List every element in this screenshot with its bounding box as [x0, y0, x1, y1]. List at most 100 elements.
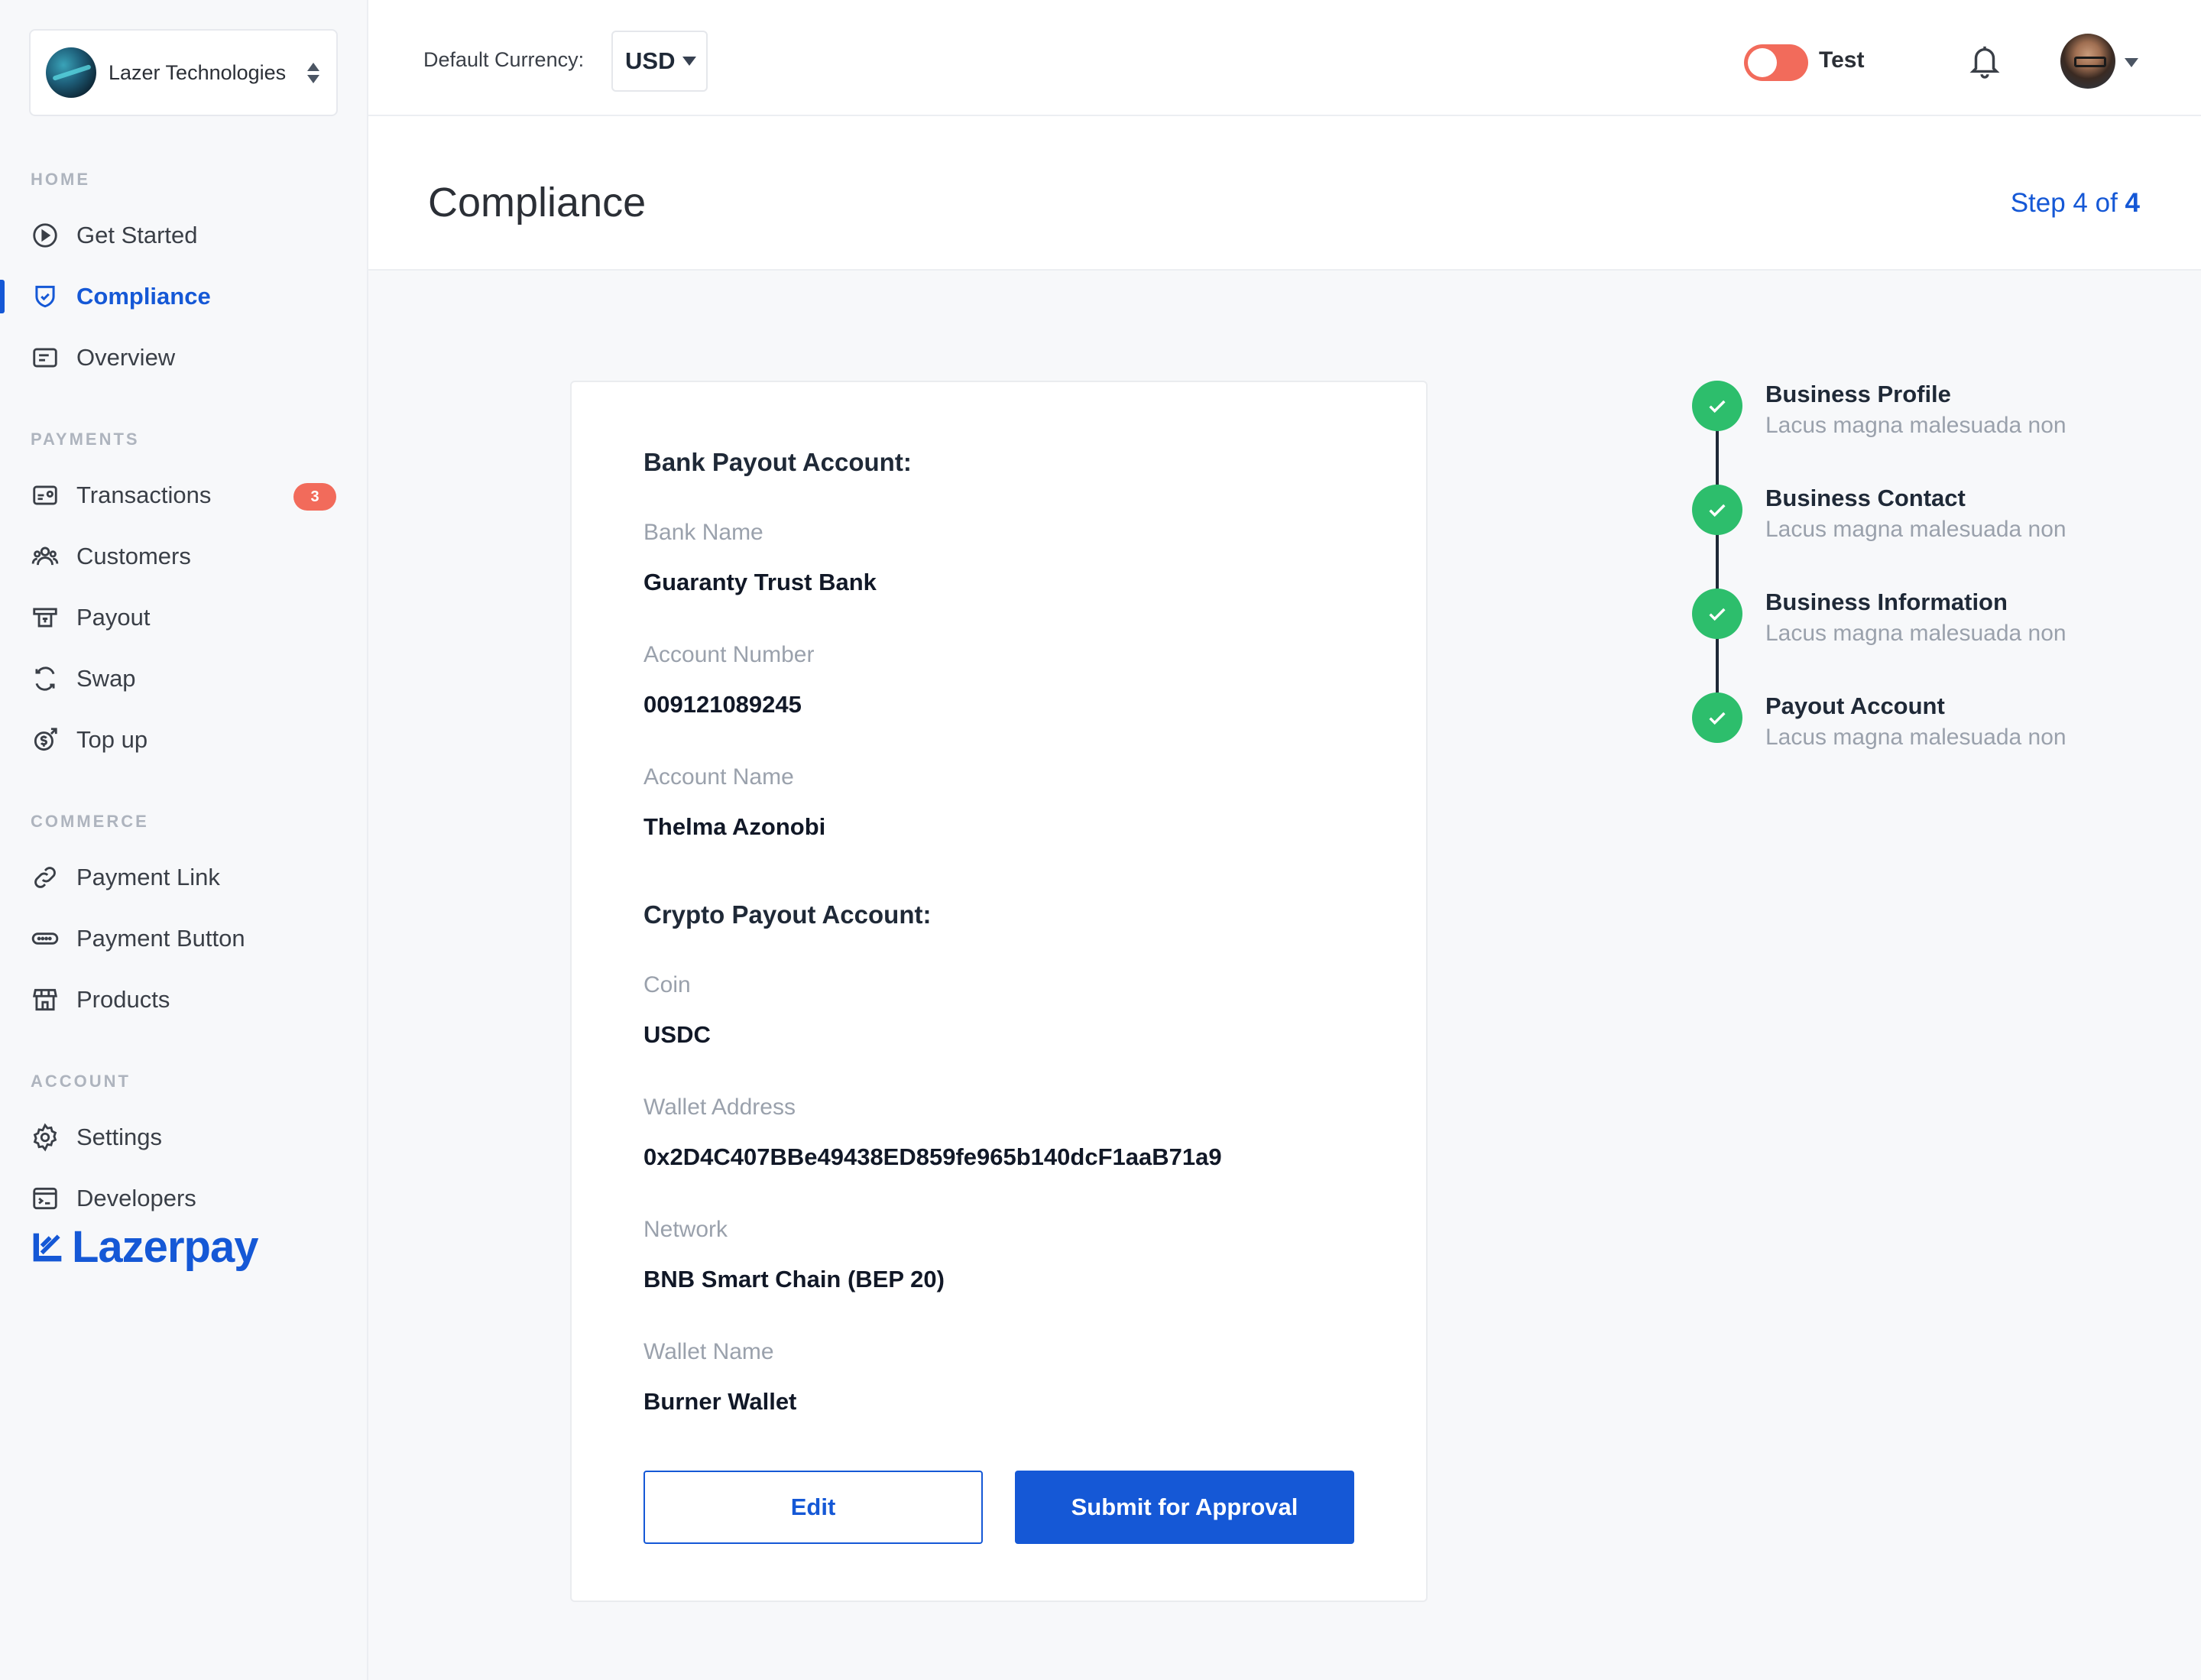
chevron-down-icon: [682, 57, 697, 66]
wallet-address-label: Wallet Address: [643, 1095, 796, 1120]
account-number-label: Account Number: [643, 642, 815, 667]
play-circle-icon: [33, 223, 57, 248]
terminal-icon: [33, 1187, 57, 1210]
overview-icon: [33, 348, 57, 368]
gear-icon: [33, 1123, 57, 1152]
step-complete-indicator: [1692, 589, 1742, 639]
nav-section-payments: PAYMENTS: [31, 430, 140, 449]
bank-name-label: Bank Name: [643, 520, 763, 545]
check-icon: [1709, 608, 1726, 621]
sidebar: Lazer Technologies HOME Get Started Comp…: [0, 0, 368, 1680]
step-complete-indicator: [1692, 692, 1742, 743]
toggle-knob: [1748, 48, 1777, 77]
sidebar-item-get-started[interactable]: Get Started: [0, 212, 368, 258]
sidebar-item-settings[interactable]: Settings: [0, 1114, 368, 1160]
sidebar-item-label: Developers: [76, 1185, 196, 1211]
step-indicator: Step 4 of 4: [2011, 188, 2140, 219]
step-subtitle: Lacus magna malesuada non: [1765, 725, 2066, 750]
check-icon: [1709, 712, 1726, 725]
step-title: Business Profile: [1765, 381, 1951, 407]
submit-for-approval-button[interactable]: Submit for Approval: [1015, 1471, 1354, 1544]
lazerpay-logo: Lazerpay: [31, 1221, 258, 1273]
step-subtitle: Lacus magna malesuada non: [1765, 517, 2066, 542]
step-title: Business Information: [1765, 589, 2008, 615]
sidebar-item-payment-button[interactable]: Payment Button: [0, 916, 368, 962]
bell-icon[interactable]: [1967, 41, 2002, 81]
sidebar-item-label: Customers: [76, 543, 191, 569]
step-payout-account[interactable]: Payout Account Lacus magna malesuada non: [1692, 692, 2151, 777]
bank-name-value: Guaranty Trust Bank: [643, 569, 877, 595]
wallet-name-value: Burner Wallet: [643, 1388, 797, 1415]
currency-label: Default Currency:: [423, 48, 585, 71]
lazerpay-mark-icon: [33, 1233, 62, 1261]
nav-section-home: HOME: [31, 170, 90, 189]
step-title: Payout Account: [1765, 692, 1945, 719]
bank-section-title: Bank Payout Account:: [643, 448, 912, 476]
currency-select[interactable]: USD: [611, 31, 708, 92]
test-mode-toggle[interactable]: [1744, 44, 1808, 81]
sidebar-item-label: Compliance: [76, 283, 211, 310]
progress-stepper: Business Profile Lacus magna malesuada n…: [1692, 381, 2151, 763]
payout-icon: [33, 608, 57, 628]
sidebar-item-transactions[interactable]: Transactions 3: [0, 472, 368, 518]
currency-value: USD: [625, 47, 676, 74]
account-name-label: Account Name: [643, 764, 794, 790]
topbar: Default Currency: USD Test: [368, 0, 2201, 116]
sidebar-item-top-up[interactable]: Top up: [0, 717, 368, 763]
logo-text: Lazerpay: [72, 1222, 258, 1272]
test-mode-label: Test: [1819, 47, 1865, 73]
account-number-value: 009121089245: [643, 691, 802, 718]
sidebar-item-payout[interactable]: Payout: [0, 595, 368, 641]
step-complete-indicator: [1692, 485, 1742, 535]
network-value: BNB Smart Chain (BEP 20): [643, 1266, 945, 1292]
org-avatar: [46, 47, 96, 98]
shield-check-icon: [35, 285, 55, 308]
check-icon: [1709, 504, 1726, 517]
nav-section-commerce: COMMERCE: [31, 812, 149, 831]
sidebar-item-products[interactable]: Products: [0, 977, 368, 1023]
transactions-icon: [33, 485, 57, 505]
network-label: Network: [643, 1217, 728, 1242]
nav-section-account: ACCOUNT: [31, 1072, 131, 1091]
sidebar-item-label: Swap: [76, 665, 136, 692]
sidebar-item-swap[interactable]: Swap: [0, 656, 368, 702]
store-icon: [33, 988, 57, 1011]
link-icon: [34, 867, 56, 888]
step-subtitle: Lacus magna malesuada non: [1765, 621, 2066, 646]
payment-button-icon: [31, 932, 59, 945]
step-subtitle: Lacus magna malesuada non: [1765, 413, 2066, 438]
wallet-address-value: 0x2D4C407BBe49438ED859fe965b140dcF1aaB71…: [643, 1143, 1222, 1170]
step-business-information[interactable]: Business Information Lacus magna malesua…: [1692, 589, 2151, 673]
coin-value: USDC: [643, 1021, 711, 1048]
org-switcher[interactable]: Lazer Technologies: [29, 29, 338, 116]
step-prefix: Step 4 of: [2010, 188, 2125, 218]
page-title: Compliance: [428, 180, 647, 225]
check-icon: [1709, 400, 1726, 414]
sidebar-item-compliance[interactable]: Compliance: [0, 274, 368, 319]
step-title: Business Contact: [1765, 485, 1966, 511]
step-complete-indicator: [1692, 381, 1742, 431]
account-name-value: Thelma Azonobi: [643, 813, 826, 840]
sidebar-item-label: Payment Button: [76, 925, 245, 952]
sidebar-item-customers[interactable]: Customers: [0, 534, 368, 579]
transactions-count-badge: 3: [293, 483, 336, 511]
sidebar-item-payment-link[interactable]: Payment Link: [0, 855, 368, 900]
org-name: Lazer Technologies: [109, 60, 287, 84]
coin-label: Coin: [643, 972, 691, 997]
edit-button[interactable]: Edit: [643, 1471, 983, 1544]
wallet-name-label: Wallet Name: [643, 1339, 774, 1364]
step-business-profile[interactable]: Business Profile Lacus magna malesuada n…: [1692, 381, 2151, 465]
sidebar-item-label: Payment Link: [76, 864, 220, 890]
swap-icon: [35, 666, 55, 691]
sidebar-item-label: Overview: [76, 344, 176, 371]
sidebar-item-label: Settings: [76, 1124, 163, 1150]
sidebar-item-label: Get Started: [76, 222, 198, 248]
user-avatar[interactable]: [2060, 34, 2115, 89]
customers-icon: [31, 546, 59, 566]
chevron-down-icon[interactable]: [2125, 58, 2138, 67]
sidebar-item-developers[interactable]: Developers: [0, 1176, 368, 1221]
sidebar-item-overview[interactable]: Overview: [0, 335, 368, 381]
payout-review-card: Bank Payout Account: Bank Name Guaranty …: [570, 381, 1428, 1602]
step-business-contact[interactable]: Business Contact Lacus magna malesuada n…: [1692, 485, 2151, 569]
crypto-section-title: Crypto Payout Account:: [643, 900, 932, 929]
